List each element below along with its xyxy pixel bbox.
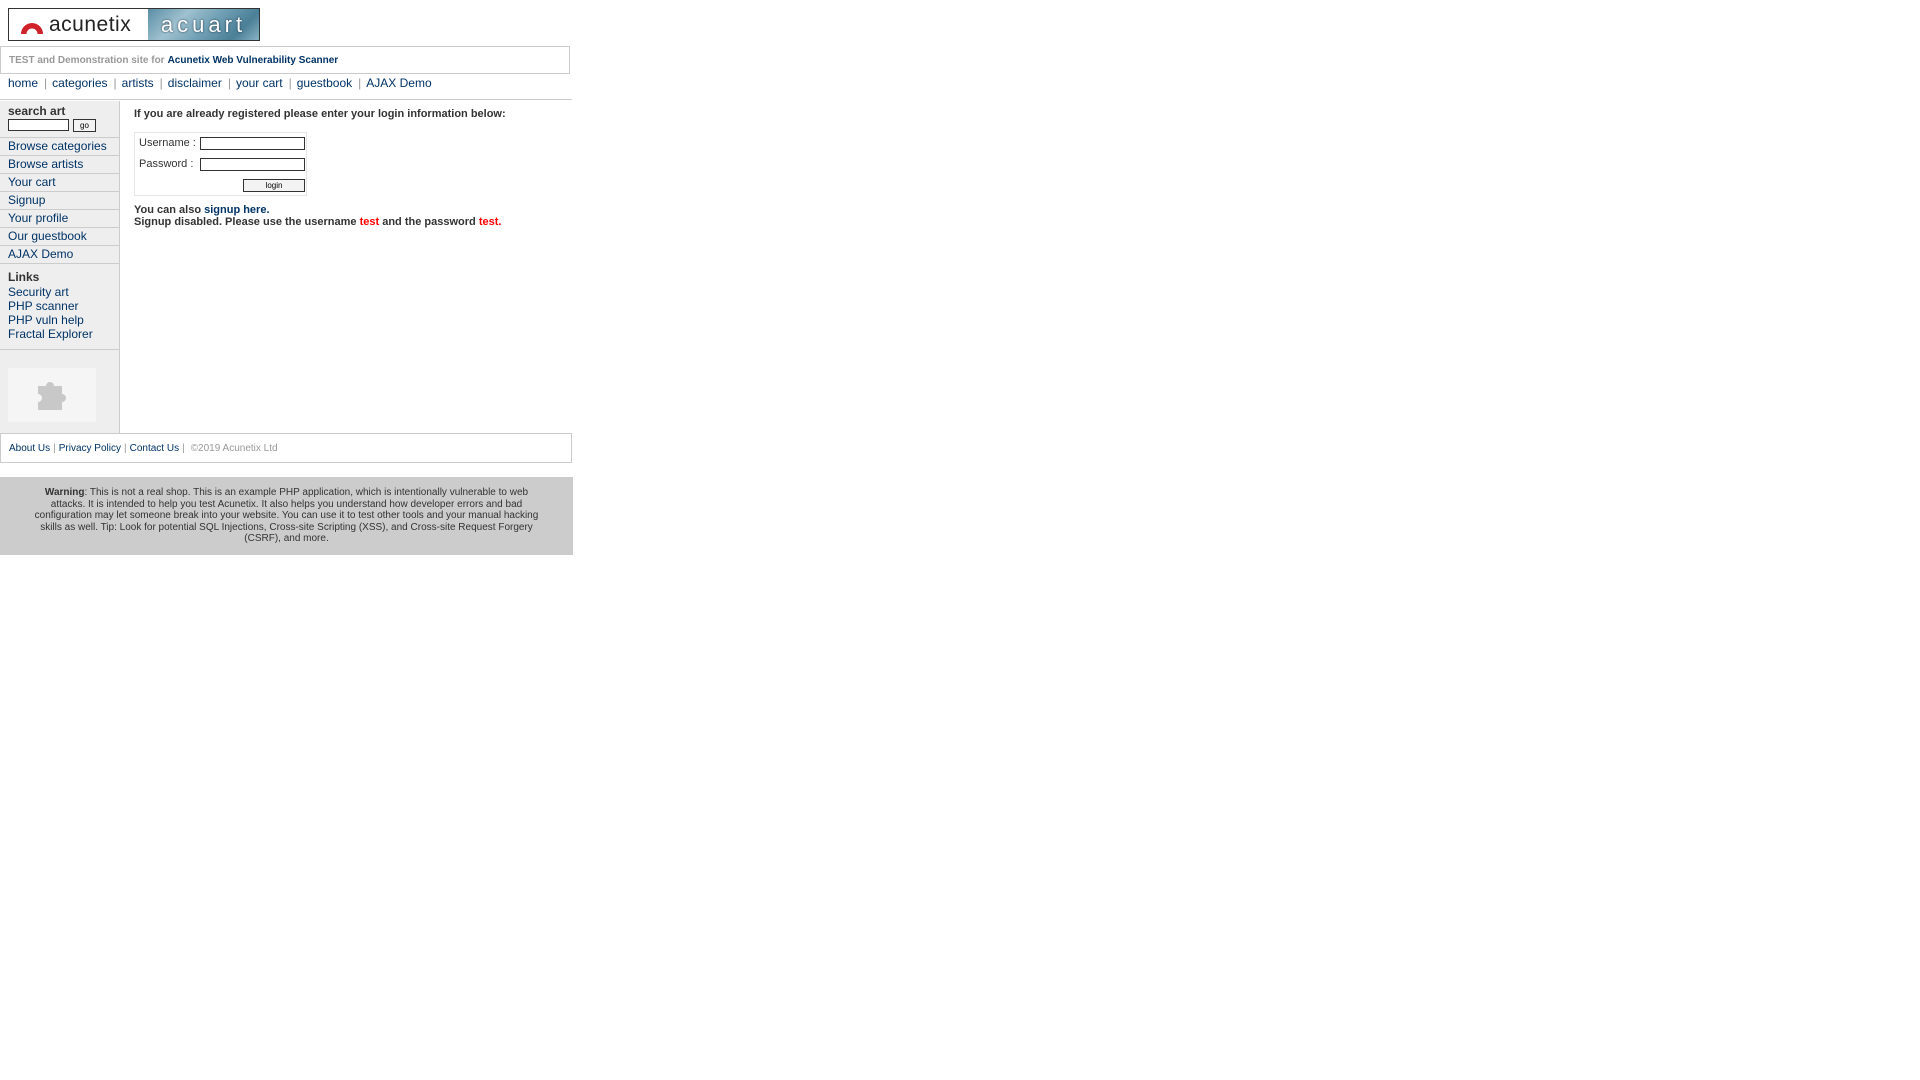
main-content: If you are already registered please ent… bbox=[134, 108, 564, 228]
search-input[interactable] bbox=[8, 119, 69, 131]
signup-prefix: You can also bbox=[134, 204, 202, 216]
sidebar-item-label[interactable]: Your cart bbox=[8, 175, 56, 189]
login-intro: If you are already registered please ent… bbox=[134, 108, 506, 120]
acunetix-logo-icon bbox=[19, 15, 45, 35]
warning-text: : This is not a real shop. This is an ex… bbox=[34, 487, 539, 544]
footer-privacy-policy[interactable]: Privacy Policy bbox=[59, 443, 121, 454]
nav-ajax-demo[interactable]: AJAX Demo bbox=[366, 76, 431, 90]
login-button[interactable]: login bbox=[243, 179, 305, 192]
sidebar-item-browse-artists[interactable]: Browse artists bbox=[0, 155, 119, 173]
signup-link[interactable]: signup here. bbox=[204, 204, 269, 216]
acunetix-logo: acunetix bbox=[9, 9, 148, 40]
nav-guestbook[interactable]: guestbook bbox=[297, 76, 352, 90]
sidebar-item-browse-categories[interactable]: Browse categories bbox=[0, 137, 119, 155]
username-field[interactable] bbox=[200, 137, 305, 150]
nav-your-cart[interactable]: your cart bbox=[236, 76, 283, 90]
nav-disclaimer[interactable]: disclaimer bbox=[168, 76, 222, 90]
search-go-button[interactable]: go bbox=[73, 119, 96, 132]
sidebar-menu: Browse categories Browse artists Your ca… bbox=[0, 137, 119, 264]
plugin-placeholder bbox=[8, 368, 96, 422]
disabled-middle: and the password bbox=[382, 216, 476, 228]
login-form: Username : Password : login bbox=[134, 132, 307, 196]
tagline-prefix: TEST and Demonstration site for bbox=[9, 54, 165, 66]
footer-separator: | bbox=[53, 442, 56, 454]
footer-about-us[interactable]: About Us bbox=[9, 443, 50, 454]
nav-separator: | bbox=[44, 76, 48, 90]
signup-notes: You can also signup here. Signup disable… bbox=[134, 204, 501, 228]
sidebar-item-signup[interactable]: Signup bbox=[0, 191, 119, 209]
search-title: search art bbox=[8, 104, 66, 118]
footer: About Us | Privacy Policy | Contact Us |… bbox=[0, 433, 572, 463]
sidebar-item-label[interactable]: Browse artists bbox=[8, 157, 83, 171]
sidebar-item-your-cart[interactable]: Your cart bbox=[0, 173, 119, 191]
nav-separator: | bbox=[227, 76, 231, 90]
test-username: test bbox=[359, 216, 380, 228]
left-sidebar: search art go Browse categories Browse a… bbox=[0, 101, 120, 433]
site-logo[interactable]: acunetix acuart bbox=[8, 8, 260, 41]
nav-separator: | bbox=[358, 76, 362, 90]
links-list: Security art PHP scanner PHP vuln help F… bbox=[8, 285, 93, 341]
nav-separator: | bbox=[113, 76, 117, 90]
sidebar-item-label[interactable]: Our guestbook bbox=[8, 229, 87, 243]
acunetix-logo-text: acunetix bbox=[49, 12, 132, 36]
footer-separator: | bbox=[124, 442, 127, 454]
acuart-logo-text: acuart bbox=[160, 11, 247, 37]
nav-separator: | bbox=[288, 76, 292, 90]
sidebar-item-label[interactable]: Signup bbox=[8, 193, 45, 207]
sidebar-item-your-profile[interactable]: Your profile bbox=[0, 209, 119, 227]
nav-separator: | bbox=[159, 76, 163, 90]
sidebar-item-our-guestbook[interactable]: Our guestbook bbox=[0, 227, 119, 245]
top-nav: home | categories | artists | disclaimer… bbox=[0, 76, 572, 100]
nav-home[interactable]: home bbox=[8, 76, 38, 90]
link-security-art[interactable]: Security art bbox=[8, 285, 69, 299]
link-php-vuln-help[interactable]: PHP vuln help bbox=[8, 313, 84, 327]
footer-separator: | bbox=[182, 442, 185, 454]
tagline: TEST and Demonstration site for Acunetix… bbox=[0, 46, 570, 74]
signup-line: You can also signup here. bbox=[134, 204, 501, 216]
links-title: Links bbox=[8, 270, 40, 284]
link-php-scanner[interactable]: PHP scanner bbox=[8, 299, 78, 313]
signup-disabled-line: Signup disabled. Please use the username… bbox=[134, 216, 501, 228]
tagline-scanner-link[interactable]: Acunetix Web Vulnerability Scanner bbox=[168, 55, 339, 66]
acuart-logo: acuart bbox=[148, 9, 259, 40]
sidebar-item-label[interactable]: AJAX Demo bbox=[8, 247, 73, 261]
nav-categories[interactable]: categories bbox=[52, 76, 107, 90]
nav-artists[interactable]: artists bbox=[122, 76, 154, 90]
sidebar-divider bbox=[0, 349, 119, 350]
password-label: Password : bbox=[139, 158, 194, 170]
warning-banner: Warning: This is not a real shop. This i… bbox=[0, 477, 573, 555]
username-label: Username : bbox=[139, 137, 196, 149]
link-fractal-explorer[interactable]: Fractal Explorer bbox=[8, 327, 93, 341]
sidebar-item-ajax-demo[interactable]: AJAX Demo bbox=[0, 245, 119, 264]
password-field[interactable] bbox=[200, 158, 305, 171]
puzzle-piece-icon bbox=[32, 374, 72, 417]
sidebar-item-label[interactable]: Your profile bbox=[8, 211, 68, 225]
copyright: ©2019 Acunetix Ltd bbox=[190, 442, 278, 454]
sidebar-item-label[interactable]: Browse categories bbox=[8, 139, 107, 153]
test-password: test. bbox=[478, 216, 502, 228]
warning-title: Warning bbox=[44, 487, 85, 498]
disabled-prefix: Signup disabled. Please use the username bbox=[134, 216, 357, 228]
footer-contact-us[interactable]: Contact Us bbox=[130, 443, 179, 454]
